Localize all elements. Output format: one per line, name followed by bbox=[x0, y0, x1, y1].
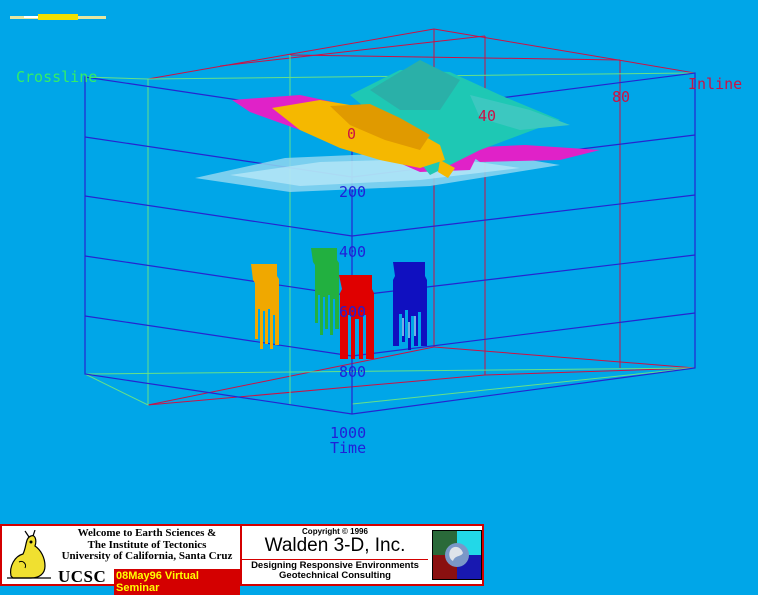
inline-axis-label: Inline bbox=[688, 75, 742, 93]
time-axis-label: Time bbox=[330, 439, 366, 457]
inline-tick-label: 0 bbox=[347, 125, 356, 143]
company-name: Walden 3-D, Inc. bbox=[264, 535, 406, 556]
seismic-3d-scene: Crossline Inline 0 40 80 200 400 600 800… bbox=[10, 14, 742, 457]
time-tick-label: 600 bbox=[339, 303, 366, 321]
well-green bbox=[311, 248, 339, 335]
welcome-text: Welcome to Earth Sciences & The Institut… bbox=[54, 527, 240, 563]
ucsc-wordmark: UCSC bbox=[58, 567, 107, 586]
crossline-axis-label: Crossline bbox=[16, 68, 97, 86]
time-tick-label: 400 bbox=[339, 243, 366, 261]
welcome-line: University of California, Santa Cruz bbox=[61, 550, 233, 562]
walden-block: Copyright © 1996 Walden 3-D, Inc. Design… bbox=[242, 526, 428, 584]
time-tick-label: 200 bbox=[339, 183, 366, 201]
seminar-banner: Welcome to Earth Sciences & The Institut… bbox=[0, 524, 484, 595]
seminar-date-badge: 08May96 Virtual Seminar bbox=[114, 569, 240, 595]
inline-tick-label: 80 bbox=[612, 88, 630, 106]
banana-slug-logo bbox=[7, 530, 51, 579]
inline-tick-label: 40 bbox=[478, 107, 496, 125]
title-bar-artifact bbox=[10, 14, 106, 20]
tagline-secondary: Geotechnical Consulting bbox=[279, 570, 391, 581]
well-gold bbox=[251, 264, 279, 349]
ucsc-block: Welcome to Earth Sciences & The Institut… bbox=[2, 526, 242, 595]
time-tick-label: 800 bbox=[339, 363, 366, 381]
walden-logo bbox=[432, 530, 482, 580]
welcome-line: Welcome to Earth Sciences & bbox=[77, 527, 217, 539]
